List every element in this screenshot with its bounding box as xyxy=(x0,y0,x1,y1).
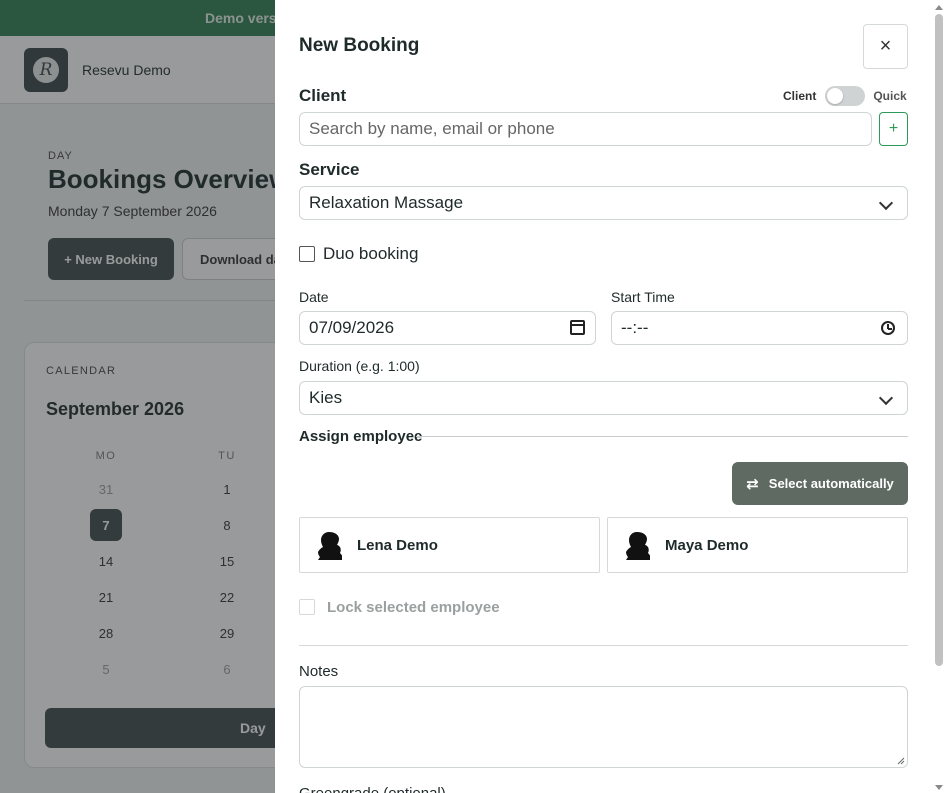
avatar-silhouette-icon xyxy=(626,532,650,560)
modal-title: New Booking xyxy=(299,35,420,56)
chevron-down-icon xyxy=(878,390,894,406)
date-value: 07/09/2026 xyxy=(309,318,395,337)
client-quick-toggle[interactable] xyxy=(825,86,866,106)
notes-label: Notes xyxy=(299,663,339,680)
notes-textarea[interactable] xyxy=(299,686,908,768)
employee-card-maya[interactable]: Maya Demo xyxy=(607,517,908,573)
scroll-up-arrow-icon[interactable] xyxy=(935,5,943,10)
duration-selected-value: Kies xyxy=(309,388,343,407)
avatar-silhouette-icon xyxy=(318,532,342,560)
start-time-value: --:-- xyxy=(621,318,649,337)
section-divider xyxy=(416,436,908,437)
chevron-down-icon xyxy=(878,195,894,211)
scroll-down-arrow-icon[interactable] xyxy=(935,785,943,790)
duo-booking-label: Duo booking xyxy=(323,244,419,263)
swap-icon: ⇄ xyxy=(746,475,759,493)
client-search-input[interactable] xyxy=(299,112,872,146)
start-time-label: Start Time xyxy=(611,289,675,305)
resize-handle-icon[interactable] xyxy=(897,757,905,765)
assign-employee-label: Assign employee xyxy=(299,428,423,445)
plus-icon: + xyxy=(888,120,899,137)
start-time-input[interactable]: --:-- xyxy=(611,311,908,345)
toggle-label-client: Client xyxy=(783,89,817,103)
service-select[interactable]: Relaxation Massage xyxy=(299,186,908,220)
scrollbar[interactable] xyxy=(932,0,946,793)
close-button[interactable]: × xyxy=(863,24,908,69)
employee-card-lena[interactable]: Lena Demo xyxy=(299,517,600,573)
select-automatically-button[interactable]: ⇄ Select automatically xyxy=(732,462,908,505)
add-client-button[interactable]: + xyxy=(879,112,908,146)
close-icon: × xyxy=(879,35,892,57)
clock-icon[interactable] xyxy=(881,321,895,335)
duo-booking-checkbox[interactable] xyxy=(299,246,315,262)
service-selected-value: Relaxation Massage xyxy=(309,193,464,212)
toggle-label-quick: Quick xyxy=(873,89,907,103)
employee-name: Lena Demo xyxy=(357,536,438,554)
client-label: Client xyxy=(299,86,347,105)
next-field-label: Greengrade (optional) xyxy=(299,785,446,793)
new-booking-panel: New Booking × Client Client Quick + Serv… xyxy=(275,0,946,793)
employee-name: Maya Demo xyxy=(665,536,749,554)
toggle-knob xyxy=(827,88,844,104)
lock-employee-checkbox[interactable] xyxy=(299,599,315,615)
client-mode-toggle-group: Client Quick xyxy=(783,86,907,106)
date-label: Date xyxy=(299,289,329,305)
service-label: Service xyxy=(299,160,360,179)
lock-employee-label: Lock selected employee xyxy=(327,599,500,616)
calendar-icon[interactable] xyxy=(570,320,585,335)
duration-label: Duration (e.g. 1:00) xyxy=(299,358,420,374)
select-automatically-label: Select automatically xyxy=(768,476,894,491)
duration-select[interactable]: Kies xyxy=(299,381,908,415)
date-input[interactable]: 07/09/2026 xyxy=(299,311,596,345)
scrollbar-thumb[interactable] xyxy=(935,14,943,666)
divider xyxy=(299,645,908,646)
